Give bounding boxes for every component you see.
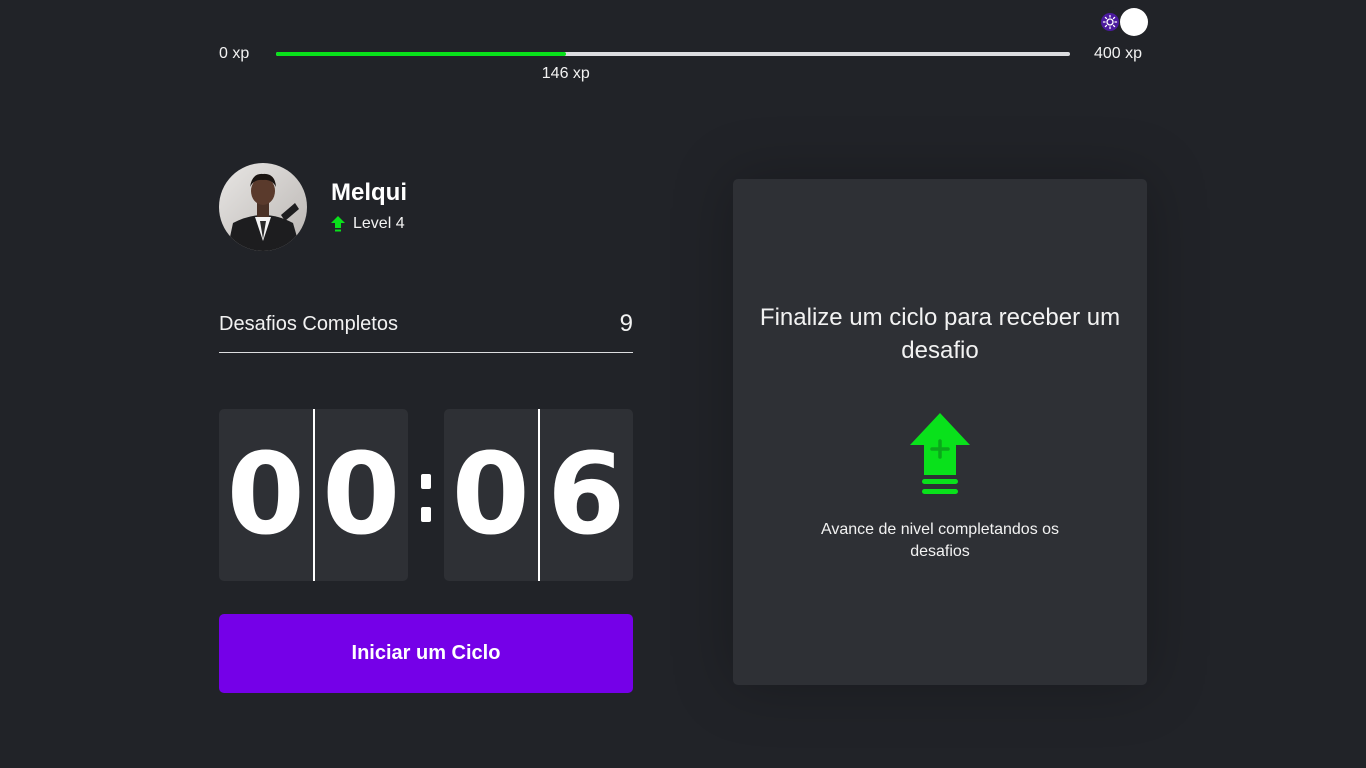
completed-challenges-label: Desafios Completos	[219, 312, 398, 335]
minute-ones-digit: 0	[322, 430, 401, 560]
completed-challenges: Desafios Completos 9	[219, 300, 633, 353]
xp-min-label: 0 xp	[219, 45, 250, 62]
xp-current-label: 146 xp	[541, 65, 590, 82]
sun-icon	[1101, 13, 1119, 31]
xp-progress-bar	[276, 52, 1070, 56]
countdown-seconds: 0 6	[444, 409, 633, 581]
second-tens-digit: 0	[444, 409, 540, 581]
avatar	[219, 163, 307, 251]
xp-progress-fill	[276, 52, 566, 56]
level-indicator: Level 4	[331, 215, 405, 233]
countdown-minutes: 0 0	[219, 409, 408, 581]
theme-toggle[interactable]	[1100, 8, 1148, 36]
app-page: 0 xp 146 xp 400 xp Melqui Level 4 Desafi…	[0, 0, 1366, 768]
level-up-icon	[910, 413, 970, 494]
second-ones-digit: 6	[547, 430, 626, 560]
challenge-panel: Finalize um ciclo para receber um desafi…	[733, 179, 1147, 685]
user-photo	[219, 163, 307, 251]
countdown-separator	[420, 472, 432, 524]
countdown-timer: 0 0 0 6	[219, 409, 633, 581]
level-label: Level 4	[353, 215, 405, 232]
level-up-icon	[331, 216, 345, 232]
start-cycle-button[interactable]: Iniciar um Ciclo	[219, 614, 633, 693]
xp-max-label: 400 xp	[1094, 45, 1143, 62]
toggle-knob	[1120, 8, 1148, 36]
completed-challenges-count: 9	[619, 310, 633, 337]
profile-name: Melqui	[331, 179, 407, 206]
minute-tens-digit: 0	[219, 409, 315, 581]
challenge-hint: Avance de nivel completandos os desafios	[820, 521, 1060, 560]
challenge-title: Finalize um ciclo para receber um desafi…	[759, 304, 1121, 364]
